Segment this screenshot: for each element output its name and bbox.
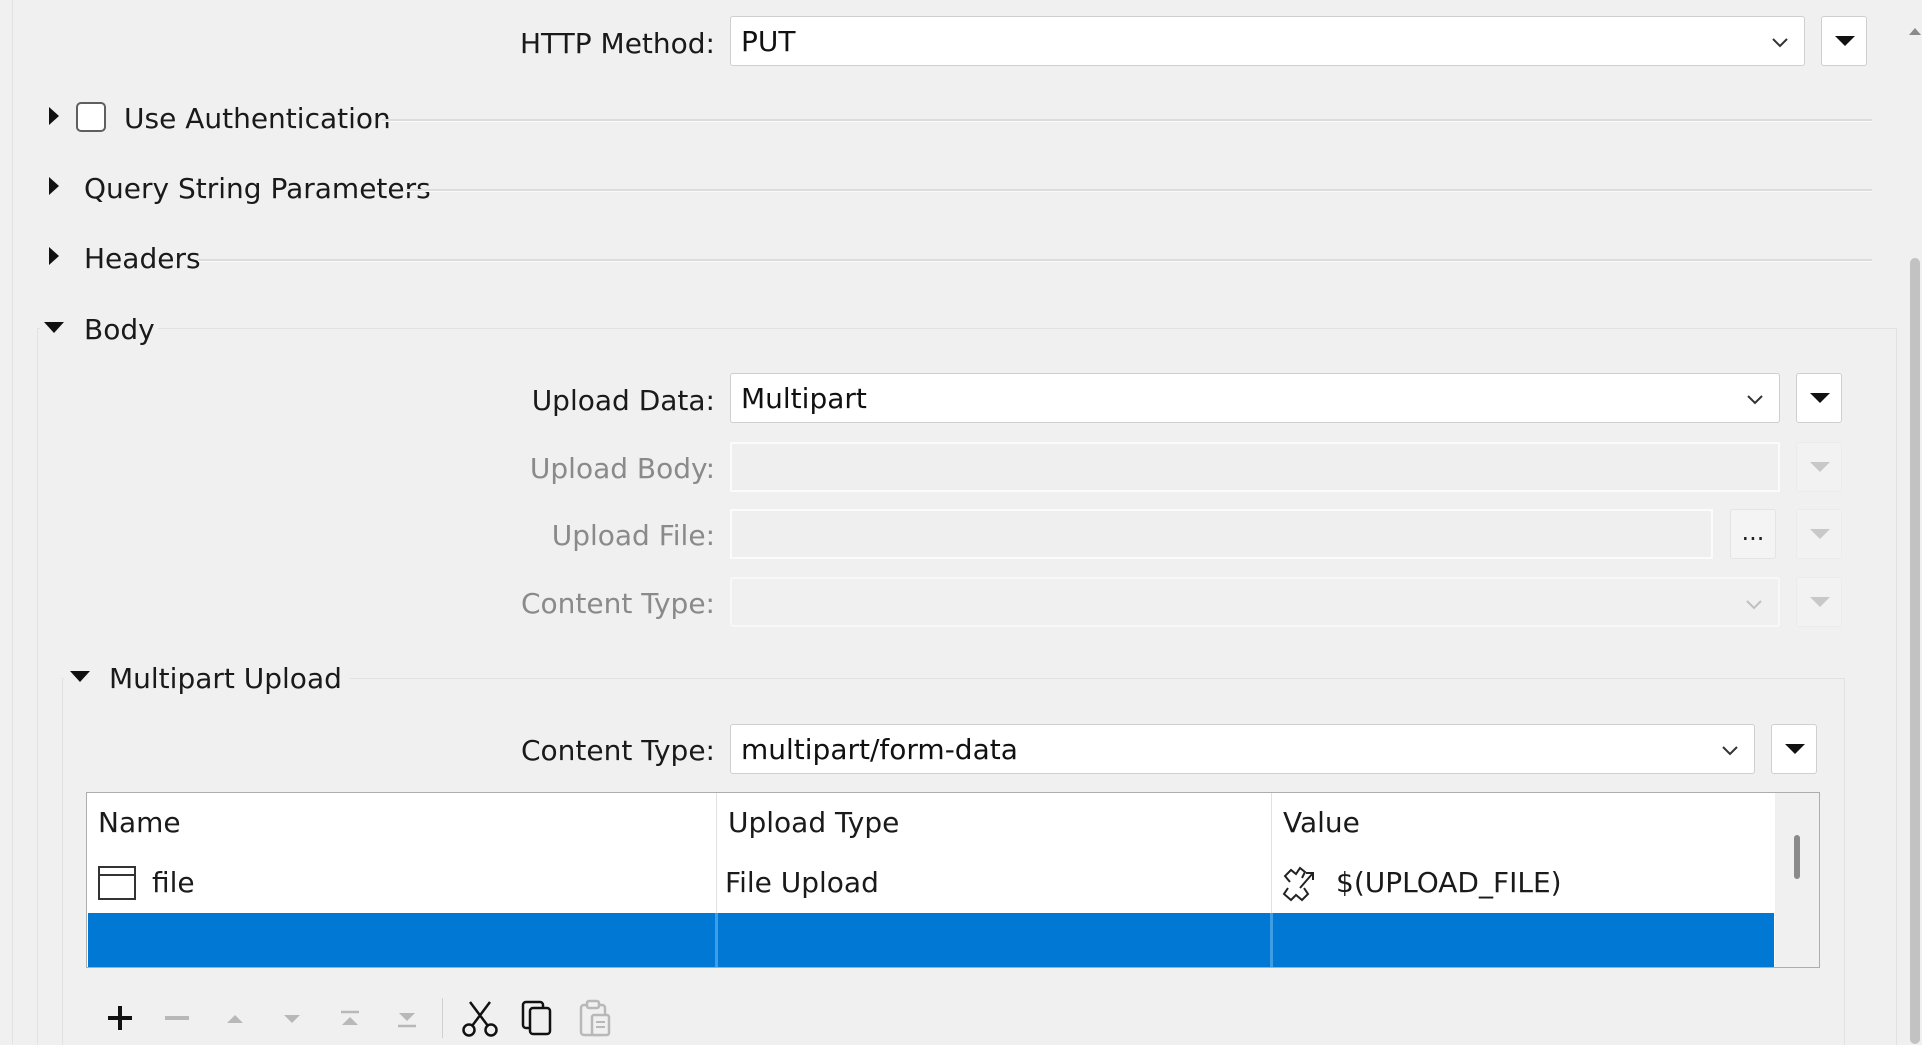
user-parameter-icon xyxy=(1282,866,1314,902)
multipart-upload-header[interactable]: Multipart Upload xyxy=(109,662,342,696)
upload-body-input[interactable] xyxy=(730,442,1780,492)
table-row-selected[interactable] xyxy=(88,913,1774,967)
paste-icon[interactable] xyxy=(575,998,615,1038)
section-divider xyxy=(382,119,1872,122)
section-divider xyxy=(406,189,1872,192)
move-up-icon[interactable] xyxy=(215,998,255,1038)
use-authentication-label: Use Authentication xyxy=(124,102,391,135)
upload-data-value: Multipart xyxy=(741,382,867,415)
browse-file-button[interactable]: ... xyxy=(1730,509,1776,559)
upload-body-options-button[interactable] xyxy=(1796,442,1842,492)
use-authentication-checkbox[interactable] xyxy=(76,102,106,132)
http-method-value: PUT xyxy=(741,25,796,58)
http-method-combo[interactable]: PUT xyxy=(730,16,1805,66)
copy-icon[interactable] xyxy=(517,998,557,1038)
move-top-icon[interactable] xyxy=(330,998,370,1038)
expand-arrow-icon[interactable] xyxy=(49,247,59,265)
chevron-down-icon xyxy=(1746,600,1762,610)
upload-file-label: Upload File: xyxy=(551,519,715,552)
column-header-name[interactable]: Name xyxy=(87,793,717,853)
remove-icon[interactable] xyxy=(157,998,197,1038)
column-header-value[interactable]: Value xyxy=(1272,793,1772,853)
table-scrollbar[interactable] xyxy=(1775,793,1819,967)
row-name-cell: file xyxy=(152,866,195,899)
body-section-header[interactable]: Body xyxy=(84,313,155,347)
left-border xyxy=(12,0,13,1044)
add-icon[interactable] xyxy=(100,998,140,1038)
multipart-content-type-options-button[interactable] xyxy=(1771,724,1817,774)
chevron-down-icon xyxy=(1747,395,1763,405)
content-type-options-button[interactable] xyxy=(1796,577,1842,627)
upload-data-options-button[interactable] xyxy=(1796,373,1842,423)
chevron-down-icon xyxy=(1722,746,1738,756)
scroll-up-icon[interactable] xyxy=(1909,28,1921,35)
content-type-combo[interactable] xyxy=(730,577,1780,627)
toolbar-separator xyxy=(442,998,443,1038)
collapse-arrow-icon[interactable] xyxy=(70,671,90,682)
upload-data-combo[interactable]: Multipart xyxy=(730,373,1780,423)
content-type-label: Content Type: xyxy=(520,587,715,620)
text-field-icon xyxy=(98,866,136,900)
chevron-down-icon xyxy=(1772,38,1788,48)
collapse-arrow-icon[interactable] xyxy=(44,322,64,333)
http-method-label: HTTP Method: xyxy=(519,27,715,60)
move-bottom-icon[interactable] xyxy=(387,998,427,1038)
upload-file-options-button[interactable] xyxy=(1796,509,1842,559)
move-down-icon[interactable] xyxy=(272,998,312,1038)
upload-file-input[interactable] xyxy=(730,509,1713,559)
http-method-options-button[interactable] xyxy=(1821,16,1867,66)
upload-data-label: Upload Data: xyxy=(531,384,715,417)
expand-arrow-icon[interactable] xyxy=(49,107,59,125)
upload-body-label: Upload Body: xyxy=(529,452,715,485)
query-string-parameters-header[interactable]: Query String Parameters xyxy=(84,172,431,206)
headers-section-header[interactable]: Headers xyxy=(84,242,201,276)
multipart-content-type-label: Content Type: xyxy=(520,734,715,767)
row-value-cell: $(UPLOAD_FILE) xyxy=(1336,866,1562,899)
expand-arrow-icon[interactable] xyxy=(49,177,59,195)
cut-icon[interactable] xyxy=(460,998,500,1038)
multipart-table[interactable]: Name Upload Type Value file File Upload … xyxy=(86,792,1820,968)
column-header-upload-type[interactable]: Upload Type xyxy=(717,793,1272,853)
multipart-content-type-combo[interactable]: multipart/form-data xyxy=(730,724,1755,774)
table-scrollbar-thumb[interactable] xyxy=(1794,835,1800,879)
page-scrollbar[interactable] xyxy=(1908,0,1922,1044)
page-scrollbar-thumb[interactable] xyxy=(1910,258,1920,1044)
multipart-content-type-value: multipart/form-data xyxy=(741,733,1018,766)
row-upload-type-cell: File Upload xyxy=(725,866,879,899)
section-divider xyxy=(198,259,1872,262)
